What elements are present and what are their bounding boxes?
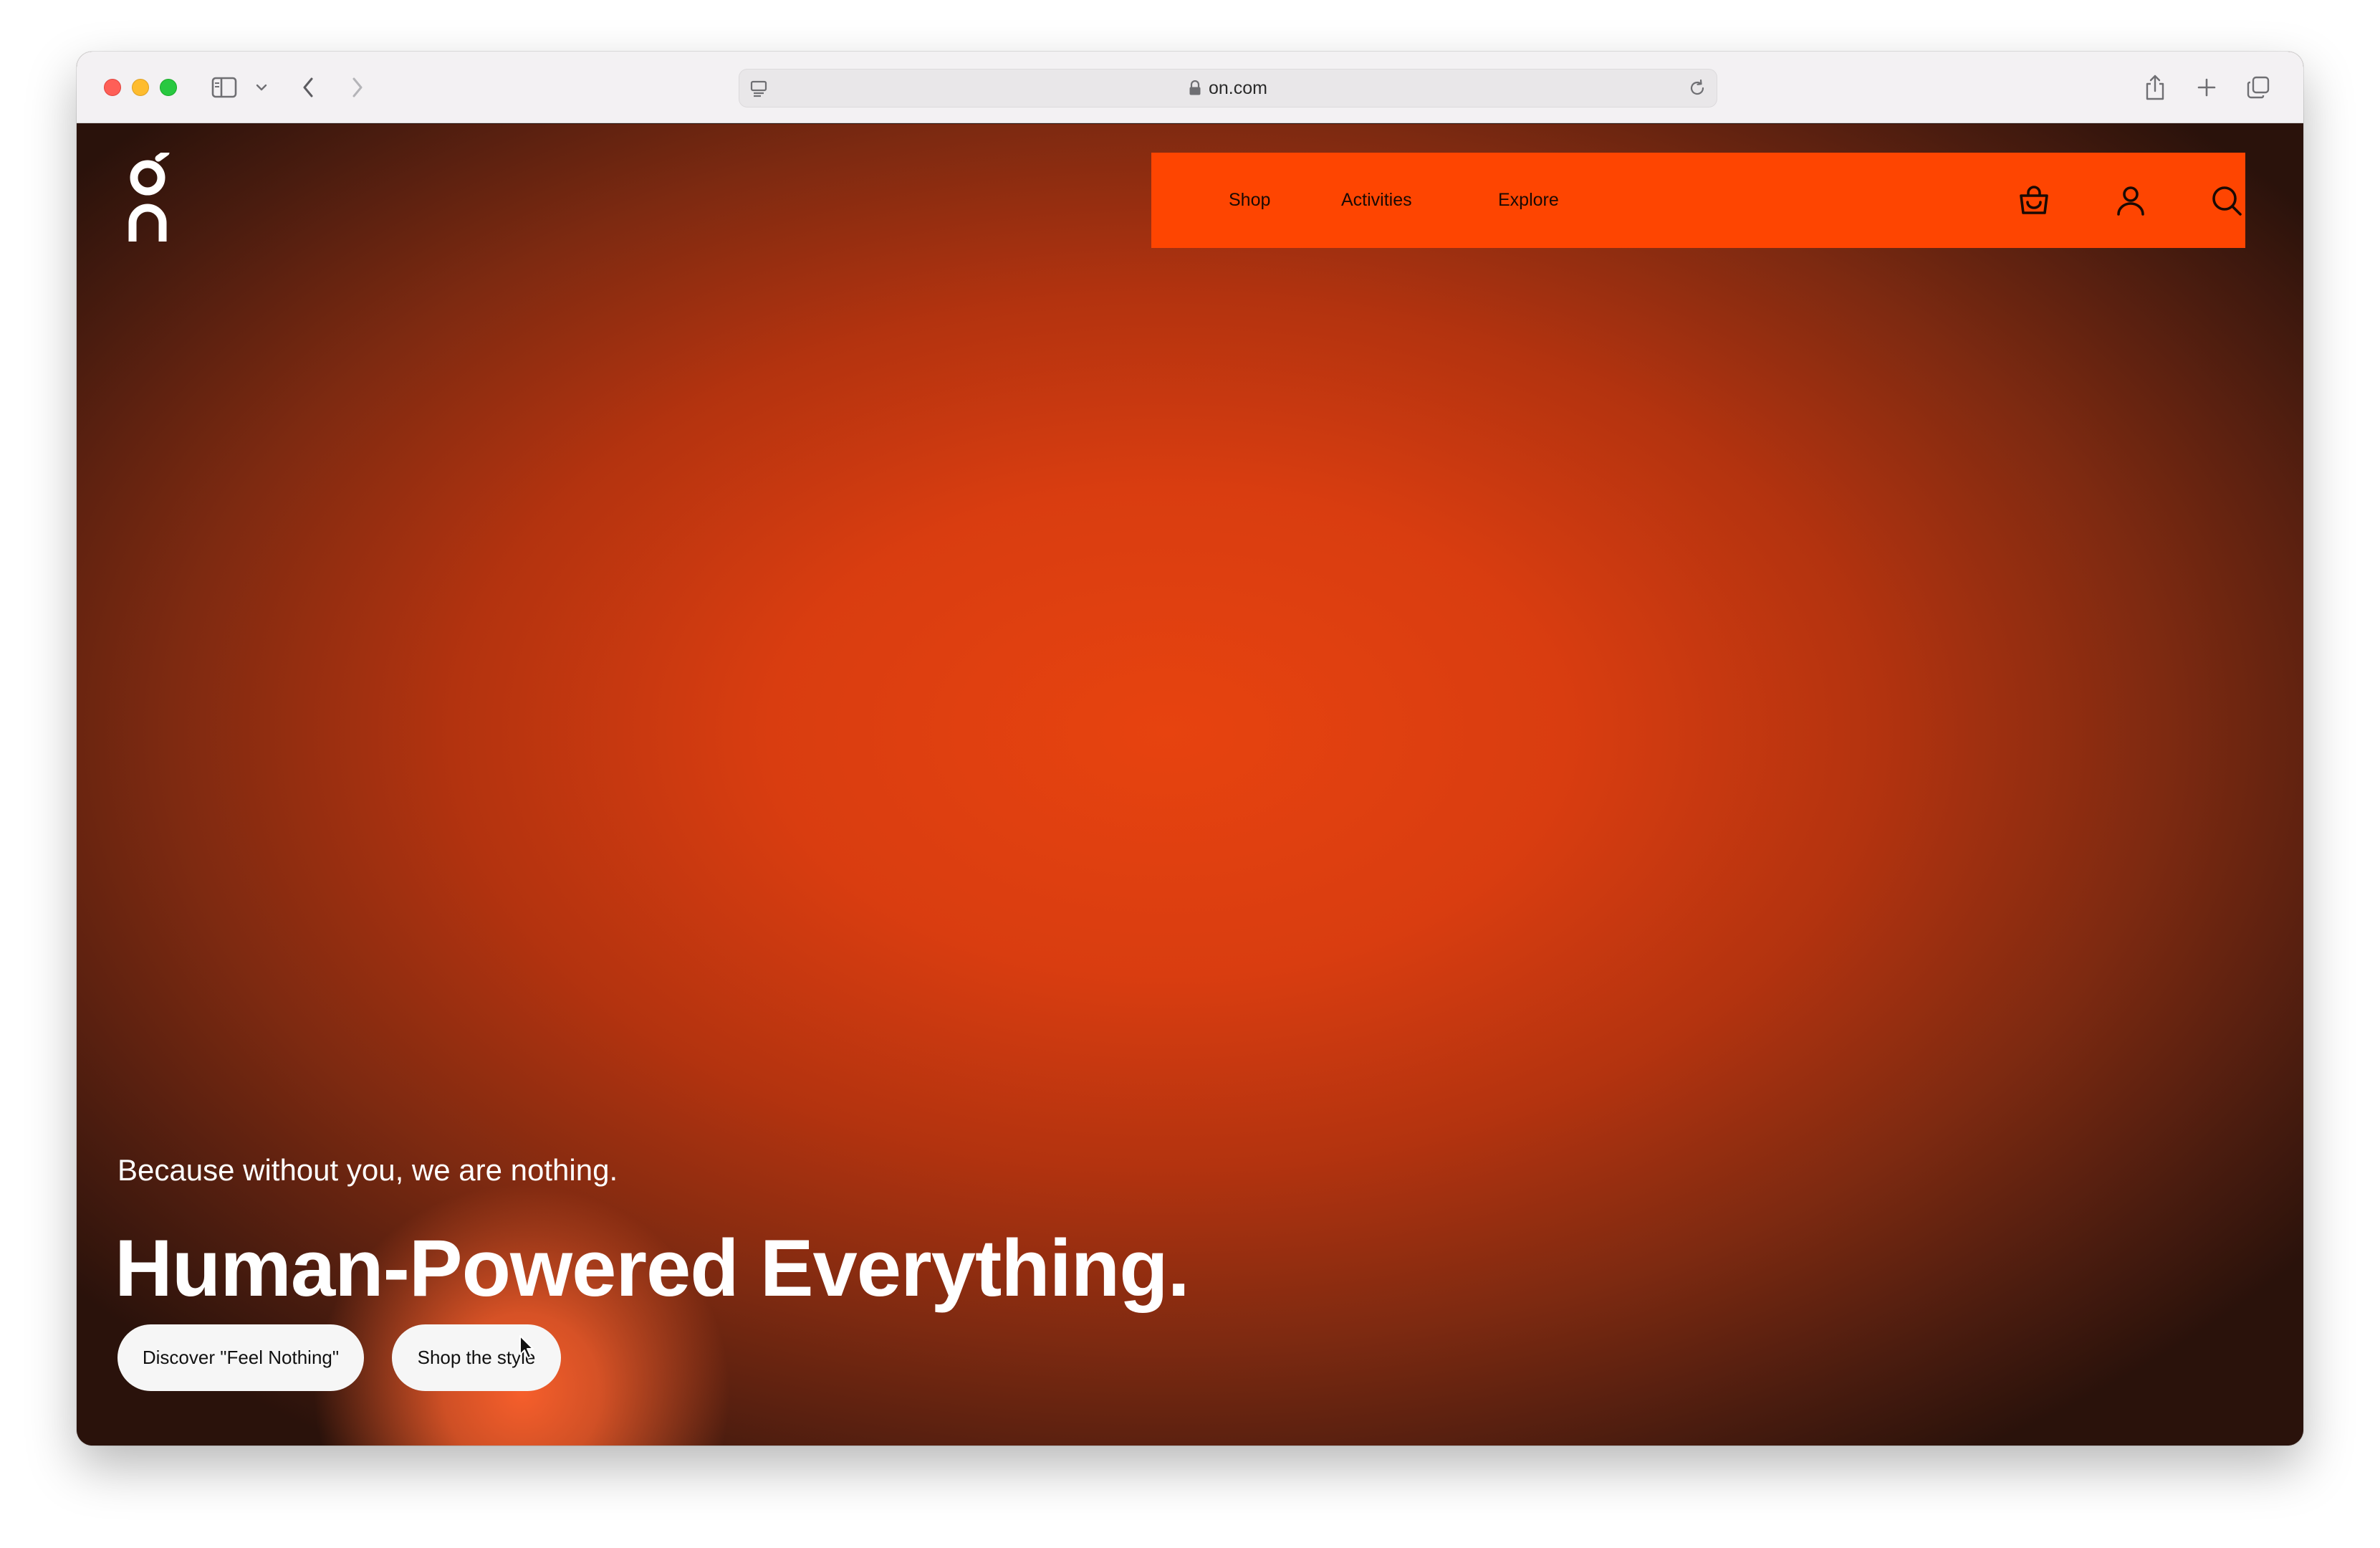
- share-icon[interactable]: [2143, 73, 2167, 102]
- nav-shop-link[interactable]: Shop: [1229, 153, 1270, 248]
- reload-icon[interactable]: [1688, 79, 1707, 101]
- sidebar-icon[interactable]: [210, 73, 239, 102]
- minimize-window-button[interactable]: [132, 79, 149, 96]
- hero-headline: Human-Powered Everything.: [115, 1223, 1190, 1313]
- account-icon[interactable]: [2113, 183, 2149, 219]
- nav-explore-link[interactable]: Explore: [1498, 153, 1559, 248]
- close-window-button[interactable]: [104, 79, 121, 96]
- url-display: on.com: [739, 70, 1717, 107]
- mouse-cursor-icon: [519, 1334, 537, 1360]
- chevron-right-icon[interactable]: [347, 73, 368, 102]
- hero-section: Shop Activities Explore Because without …: [77, 124, 2303, 1446]
- on-logo-icon[interactable]: [125, 149, 171, 242]
- chevron-left-icon[interactable]: [297, 73, 319, 102]
- hero-subtitle: Because without you, we are nothing.: [117, 1153, 618, 1187]
- tabs-overview-icon[interactable]: [2245, 73, 2272, 102]
- url-text: on.com: [1209, 77, 1267, 98]
- chevron-down-icon[interactable]: [254, 73, 269, 102]
- plus-icon[interactable]: [2194, 73, 2219, 102]
- zoom-window-button[interactable]: [160, 79, 177, 96]
- browser-window: on.com Shop Activities Explore Because w…: [77, 52, 2303, 1446]
- nav-activities-link[interactable]: Activities: [1341, 153, 1412, 248]
- lock-icon: [1189, 80, 1201, 96]
- cart-icon[interactable]: [2016, 183, 2052, 219]
- address-bar[interactable]: on.com: [739, 69, 1717, 108]
- search-icon[interactable]: [2209, 183, 2245, 219]
- discover-feel-nothing-button[interactable]: Discover "Feel Nothing": [117, 1324, 364, 1391]
- main-navigation: Shop Activities Explore: [1151, 153, 2245, 248]
- browser-toolbar: on.com: [77, 52, 2303, 123]
